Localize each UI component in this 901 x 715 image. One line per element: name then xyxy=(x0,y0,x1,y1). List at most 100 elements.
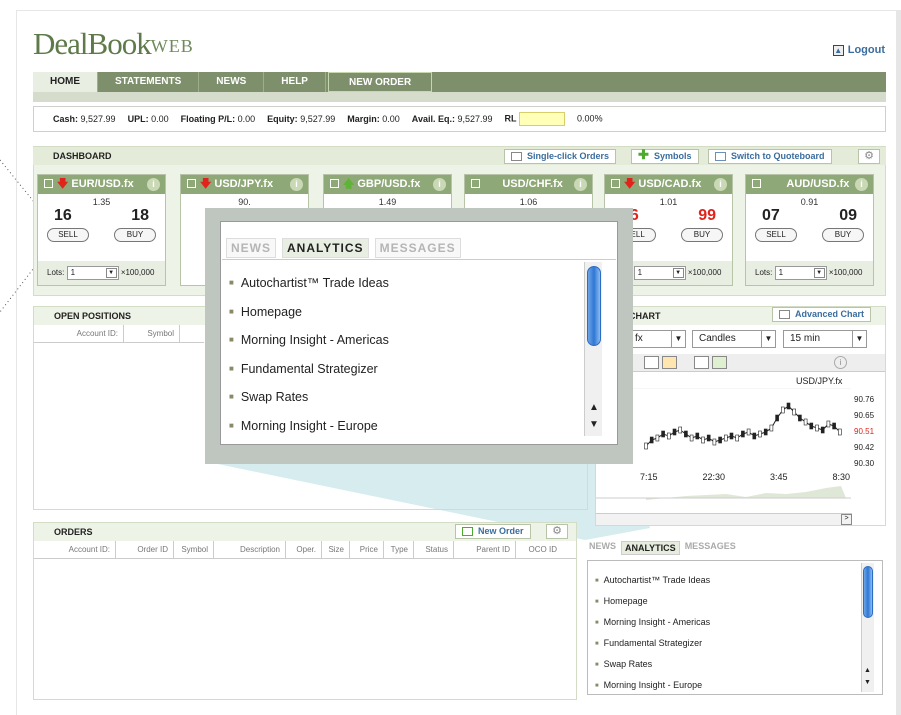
y-tick: 90.65 xyxy=(854,411,875,420)
lots-input[interactable]: 1 ▼ xyxy=(633,265,686,280)
single-click-orders-button[interactable]: Single-click Orders xyxy=(504,149,617,164)
candle xyxy=(775,414,779,422)
orders-header: Account ID: Order ID Symbol Description … xyxy=(34,541,576,559)
tab-news[interactable]: NEWS xyxy=(199,72,265,92)
symbols-button[interactable]: ✚ Symbols xyxy=(631,148,699,164)
tab-messages[interactable]: MESSAGES xyxy=(685,541,736,555)
orders-gear-icon[interactable]: ⚙ xyxy=(546,524,568,539)
candle xyxy=(655,434,660,442)
candle xyxy=(826,420,831,428)
candle xyxy=(820,426,825,434)
candle xyxy=(706,434,711,442)
quoteboard-button[interactable]: Switch to Quoteboard xyxy=(708,149,832,164)
zoom-list-item[interactable]: Fundamental Strategizer xyxy=(229,362,389,391)
lots-input[interactable]: 1 ▼ xyxy=(774,265,827,280)
list-item[interactable]: Homepage xyxy=(595,593,710,614)
buy-button[interactable]: BUY xyxy=(114,228,156,242)
zoom-list: Autochartist™ Trade Ideas Homepage Morni… xyxy=(229,276,389,447)
list-item[interactable]: Fundamental Strategizer xyxy=(595,635,710,656)
candle xyxy=(678,426,682,434)
candle xyxy=(741,430,745,438)
tab-new-order[interactable]: NEW ORDER xyxy=(327,72,433,92)
candle xyxy=(769,424,774,432)
candle xyxy=(763,428,768,436)
rl-field[interactable] xyxy=(519,112,566,126)
chart-scrollbar[interactable]: > xyxy=(596,513,852,525)
list-item[interactable]: Autochartist™ Trade Ideas xyxy=(595,572,711,593)
x-tick: 22:30 xyxy=(702,472,726,482)
account-bar: Cash: 9,527.99 UPL: 0.00 Floating P/L: 0… xyxy=(33,106,886,132)
y-tick: 90.42 xyxy=(854,443,875,452)
export-icon[interactable] xyxy=(712,356,727,369)
sell-button[interactable]: SELL xyxy=(47,228,89,242)
zoom-list-item[interactable]: Swap Rates xyxy=(229,390,389,419)
lots-input[interactable]: 1 ▼ xyxy=(66,265,119,280)
buy-button[interactable]: BUY xyxy=(822,228,864,242)
tab-help[interactable]: HELP xyxy=(264,72,326,92)
sell-button[interactable]: SELL xyxy=(755,228,797,242)
zoom-tab-analytics[interactable]: ANALYTICS xyxy=(282,238,369,258)
advanced-chart-button[interactable]: Advanced Chart xyxy=(772,307,872,322)
line-tool-icon[interactable] xyxy=(644,356,659,369)
list-item[interactable]: Morning Insight - Europe xyxy=(595,677,710,698)
candle xyxy=(803,418,808,426)
zoom-divider xyxy=(222,259,616,260)
tab-statements[interactable]: STATEMENTS xyxy=(98,72,200,92)
logout-link[interactable]: ▲ Logout xyxy=(832,44,885,56)
research-scrollbar[interactable]: ▲ ▼ xyxy=(861,563,874,692)
candle xyxy=(832,422,836,430)
candle xyxy=(649,436,654,444)
buy-button[interactable]: BUY xyxy=(681,228,723,242)
candle xyxy=(695,432,700,440)
zoom-tabs: NEWS ANALYTICS MESSAGES xyxy=(226,238,461,258)
candle xyxy=(661,430,665,438)
zoom-list-item[interactable]: Homepage xyxy=(229,305,389,334)
candle xyxy=(712,438,717,446)
list-item[interactable]: Morning Insight - Americas xyxy=(595,614,711,635)
zoom-list-item[interactable]: Autochartist™ Trade Ideas xyxy=(229,276,389,305)
y-axis: 90.76 90.65 90.51 90.42 90.30 xyxy=(854,392,874,472)
y-tick: 90.30 xyxy=(854,459,875,468)
candle xyxy=(758,430,762,438)
brush-tool-icon[interactable] xyxy=(662,356,677,369)
chart-toolbar: i xyxy=(596,354,885,372)
tab-home[interactable]: HOME xyxy=(33,72,98,92)
zoom-tab-messages[interactable]: MESSAGES xyxy=(374,238,461,258)
new-order-button[interactable]: New Order xyxy=(455,524,531,539)
research-tabs: NEWS ANALYTICS MESSAGES xyxy=(589,541,736,555)
interval-select[interactable]: 15 min ▼ xyxy=(783,330,867,348)
candle xyxy=(786,402,791,410)
symbol-select[interactable]: fx ▼ xyxy=(628,330,686,348)
zoom-list-item[interactable]: Morning Insight - Americas xyxy=(229,333,389,362)
chart-info-icon[interactable]: i xyxy=(834,356,847,369)
candle xyxy=(798,414,802,422)
logo: DealBookWEB xyxy=(33,26,194,61)
y-tick: 90.51 xyxy=(854,427,875,436)
zoom-list-item[interactable]: Morning Insight - Europe xyxy=(229,419,389,448)
tab-news[interactable]: NEWS xyxy=(589,541,616,555)
candle xyxy=(689,434,694,442)
tab-analytics[interactable]: ANALYTICS xyxy=(621,541,680,555)
x-tick: 8:30 xyxy=(832,472,850,482)
candle xyxy=(718,436,722,444)
camera-icon[interactable] xyxy=(694,356,709,369)
candle xyxy=(684,430,688,438)
candle xyxy=(729,432,734,440)
candle xyxy=(781,406,785,414)
info-icon: i xyxy=(147,178,160,191)
candle xyxy=(746,428,751,436)
chart-type-select[interactable]: Candles ▼ xyxy=(692,330,776,348)
open-positions-header: Account ID: Symbol xyxy=(34,325,204,343)
candle xyxy=(809,422,814,430)
zoom-tab-news[interactable]: NEWS xyxy=(226,238,276,258)
candle xyxy=(838,428,842,436)
logout-icon: ▲ xyxy=(832,44,844,56)
sub-nav xyxy=(33,92,886,102)
chart-symbol: USD/JPY.fx xyxy=(796,376,843,386)
candle xyxy=(701,436,705,444)
tile-aud-usd: AUD/USD.fx i 0.91 07 09 SELL BUY Lots: 1 ▼ ×… xyxy=(745,174,874,286)
settings-gear-icon[interactable]: ⚙ xyxy=(858,149,880,164)
tile-eur-usd: 🡇 EUR/USD.fx i 1.35 16 18 SELL BUY Lots: 1 ▼… xyxy=(37,174,166,286)
list-item[interactable]: Swap Rates xyxy=(595,656,710,677)
zoom-scrollbar[interactable]: ▲ ▼ xyxy=(584,262,602,436)
